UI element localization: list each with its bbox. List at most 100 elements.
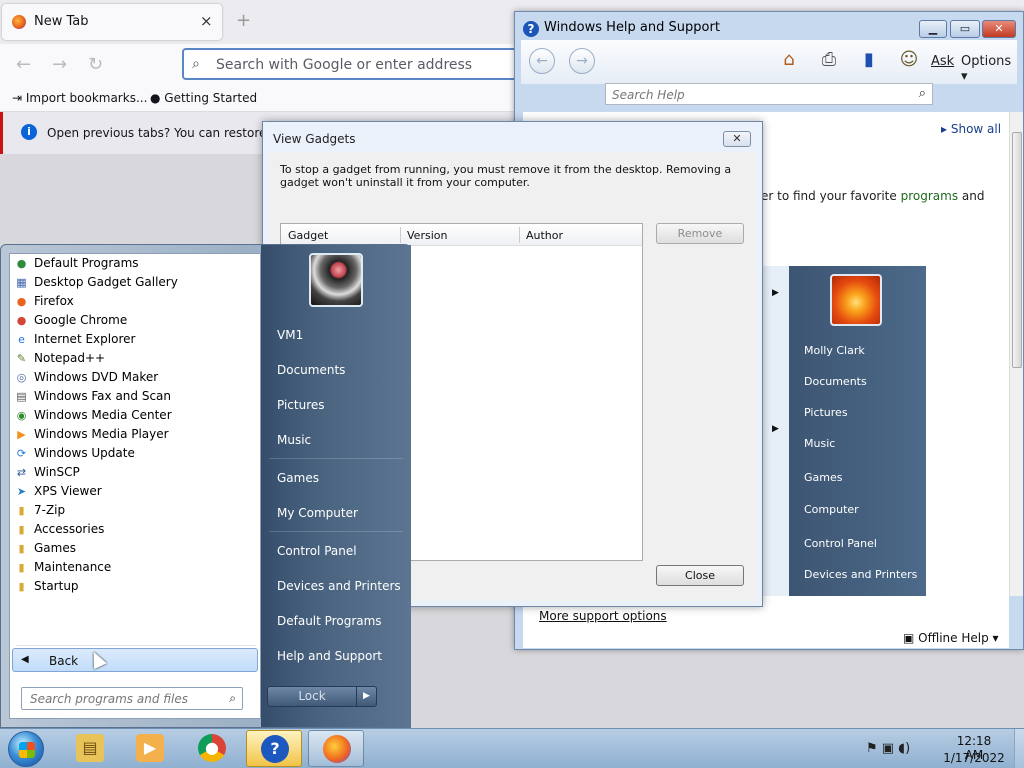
start-menu: ● Default Programs ▦ Desktop Gadget Gallery… (0, 244, 411, 728)
folder-icon: ▤ (76, 734, 104, 762)
program-item[interactable]: ▮ Maintenance (10, 558, 260, 577)
address-bar[interactable]: ⌕ Search with Google or enter address (182, 48, 522, 80)
back-arrow-icon[interactable]: ← (16, 54, 31, 75)
column-gadget[interactable]: Gadget (288, 229, 328, 242)
minimize-button[interactable]: ▁ (919, 20, 947, 38)
program-item[interactable]: ▮ Games (10, 539, 260, 558)
lock-options-arrow-icon[interactable]: ▶ (357, 686, 377, 707)
back-button[interactable]: ◀ Back (12, 648, 258, 672)
start-search-input[interactable]: Search programs and files ⌕ (21, 687, 243, 710)
user-avatar (830, 274, 882, 326)
offline-help-menu[interactable]: ▣ Offline Help ▾ (903, 631, 999, 645)
column-author[interactable]: Author (526, 229, 563, 242)
default-programs-icon: ● (16, 257, 27, 270)
divider (269, 531, 403, 532)
chrome-icon: ● (198, 734, 226, 762)
program-item[interactable]: ▤ Windows Fax and Scan (10, 387, 260, 406)
taskbar-explorer[interactable]: ▤ (62, 730, 118, 767)
program-label: Startup (34, 579, 79, 593)
start-item-my-computer[interactable]: My Computer (277, 506, 358, 520)
start-item-devices-and-printers[interactable]: Devices and Printers (277, 579, 401, 593)
back-arrow-icon[interactable]: ← (529, 48, 555, 74)
program-label: Accessories (34, 522, 105, 536)
taskbar-media-player[interactable]: ▶ (122, 730, 178, 767)
user-avatar[interactable] (309, 253, 363, 307)
network-icon[interactable]: ▣ (882, 741, 894, 756)
program-item[interactable]: ▮ Accessories (10, 520, 260, 539)
import-bookmarks-link[interactable]: ⇥ Import bookmarks... (12, 91, 147, 105)
ask-button[interactable]: Ask (931, 54, 954, 69)
taskbar-help-and-support[interactable]: ? (246, 730, 302, 767)
tab-new-tab[interactable]: New Tab × (2, 4, 222, 40)
start-item-games[interactable]: Games (277, 471, 319, 485)
program-item[interactable]: ◎ Windows DVD Maker (10, 368, 260, 387)
browse-help-icon[interactable]: ▮ (857, 48, 881, 72)
show-all-link[interactable]: ▸ Show all (941, 122, 1001, 136)
getting-started-link[interactable]: ● Getting Started (150, 91, 257, 105)
program-item[interactable]: ▮ Startup (10, 577, 260, 596)
program-label: Internet Explorer (34, 332, 136, 346)
new-tab-button[interactable]: + (236, 10, 251, 31)
close-icon[interactable]: ✕ (723, 131, 751, 147)
show-desktop-button[interactable] (1014, 729, 1024, 768)
program-item[interactable]: ▶ Windows Media Player (10, 425, 260, 444)
close-button[interactable]: ✕ (982, 20, 1016, 38)
program-item[interactable]: ◉ Windows Media Center (10, 406, 260, 425)
taskbar-chrome[interactable]: ● (184, 730, 240, 767)
program-item[interactable]: ● Google Chrome (10, 311, 260, 330)
mini-item: Games (804, 471, 843, 484)
start-item-pictures[interactable]: Pictures (277, 398, 325, 412)
program-item[interactable]: ● Default Programs (10, 254, 260, 273)
folder-icon: ▮ (18, 523, 25, 536)
program-label: Windows DVD Maker (34, 370, 159, 384)
remove-button[interactable]: Remove (656, 223, 744, 244)
program-item[interactable]: e Internet Explorer (10, 330, 260, 349)
action-center-icon[interactable]: ⚑ (866, 741, 878, 756)
start-item-default-programs[interactable]: Default Programs (277, 614, 382, 628)
column-version[interactable]: Version (407, 229, 447, 242)
start-item-control-panel[interactable]: Control Panel (277, 544, 357, 558)
column-divider (519, 227, 520, 243)
scrollbar-thumb[interactable] (1012, 132, 1022, 368)
program-item[interactable]: ➤ XPS Viewer (10, 482, 260, 501)
info-icon: i (21, 124, 37, 140)
address-placeholder: Search with Google or enter address (216, 57, 473, 73)
program-item[interactable]: ● Firefox (10, 292, 260, 311)
program-item[interactable]: ▮ 7-Zip (10, 501, 260, 520)
start-item-vm1[interactable]: VM1 (277, 328, 303, 342)
ask-icon[interactable]: ☺ (897, 48, 921, 72)
firefox-icon: ● (16, 295, 27, 308)
programs-link[interactable]: programs (901, 189, 958, 203)
printer-icon[interactable]: ⎙ (817, 48, 841, 72)
taskbar-firefox[interactable] (308, 730, 364, 767)
options-menu[interactable]: Options ▾ (961, 54, 1017, 84)
mini-item: Music (804, 437, 836, 450)
home-icon[interactable]: ⌂ (777, 48, 801, 72)
forward-arrow-icon[interactable]: → (569, 48, 595, 74)
start-item-help-and-support[interactable]: Help and Support (277, 649, 382, 663)
forward-arrow-icon[interactable]: → (52, 54, 67, 75)
program-item[interactable]: ▦ Desktop Gadget Gallery (10, 273, 260, 292)
program-label: Windows Update (34, 446, 135, 460)
more-support-options-link[interactable]: More support options (539, 609, 667, 623)
tab-close-icon[interactable]: × (200, 12, 213, 30)
start-item-documents[interactable]: Documents (277, 363, 345, 377)
volume-icon[interactable]: ◖) (898, 741, 910, 756)
clock-date[interactable]: 1/17/2022 (940, 751, 1008, 765)
close-button[interactable]: Close (656, 565, 744, 586)
reload-icon[interactable]: ↻ (88, 54, 103, 75)
search-icon[interactable]: ⌕ (229, 691, 236, 706)
update-icon: ⟳ (16, 447, 27, 460)
program-item[interactable]: ✎ Notepad++ (10, 349, 260, 368)
xps-icon: ➤ (16, 485, 27, 498)
help-start-menu-illustration: ▶ ▶ Molly Clark Documents Pictures Music… (762, 266, 926, 596)
program-item[interactable]: ⟳ Windows Update (10, 444, 260, 463)
start-button[interactable] (8, 731, 44, 767)
start-item-music[interactable]: Music (277, 433, 311, 447)
maximize-button[interactable]: ▭ (950, 20, 980, 38)
lock-button[interactable]: Lock (267, 686, 357, 707)
program-item[interactable]: ⇄ WinSCP (10, 463, 260, 482)
search-icon[interactable]: ⌕ (919, 86, 926, 101)
help-search-input[interactable]: Search Help ⌕ (605, 83, 933, 105)
help-scrollbar[interactable] (1009, 112, 1023, 596)
